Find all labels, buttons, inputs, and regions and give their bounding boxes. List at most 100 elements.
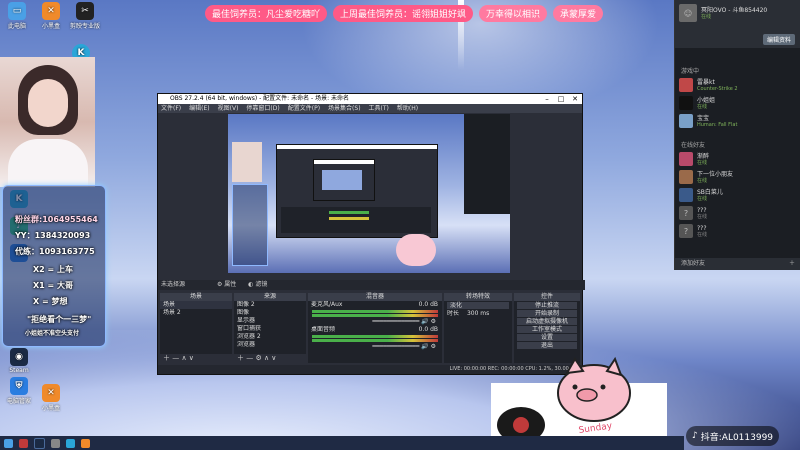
sub-slogan-text: 小姐姐不准空头支付 [25,330,80,337]
source-item[interactable]: 浏览器 2 [234,333,306,341]
desktop-icon-steam[interactable]: ◉ Steam [4,348,34,374]
taskbar-app-icon[interactable] [81,438,90,448]
source-item[interactable]: 图像 2 [234,301,306,309]
mixer-meter [312,310,438,313]
friend-row[interactable]: 宝宝 Human: Fall Flat [679,114,737,128]
desktop-icon-xiaoheihe-2[interactable]: ✕ 小黑盒 [36,384,66,412]
avatar [679,78,693,92]
desktop-icon-pc-manager[interactable]: ⛨ 电脑管家 [4,377,34,405]
add-friend-button[interactable]: 添加好友 ＋ [675,258,800,270]
banner-lucky: 万幸得以相识 [479,4,548,22]
virtual-camera-button[interactable]: 启动虚拟摄像机 [517,318,577,325]
online-section-label: 在线好友 [681,142,706,149]
preview-webcam [232,142,262,182]
desktop-icon-xiaoheihe[interactable]: ✕ 小黑盒 [36,2,66,30]
menu-edit[interactable]: 编辑(E) [189,104,209,113]
menu-view[interactable]: 视图(V) [218,104,239,113]
playing-section-label: 游戏中 [681,68,700,75]
friend-row[interactable]: ? ??? 在线 [679,206,707,220]
practice-text: 代练：1093163775 [15,247,95,256]
tiktok-icon: ♪ [692,431,698,441]
steam-icon[interactable] [34,437,45,449]
obs-titlebar[interactable]: OBS 27.2.4 (64 bit, windows) - 配置文件: 未命名… [158,94,582,104]
source-item[interactable]: 图像 [234,309,306,317]
exit-button[interactable]: 退出 [517,342,577,349]
mixer-dock-title: 混音器 [308,293,442,301]
filters-button[interactable]: ◐ 滤镜 [248,281,267,288]
stop-streaming-button[interactable]: 停止推流 [517,302,577,309]
source-item[interactable]: 浏览器 [234,341,306,349]
friend-row[interactable]: ? ??? 在线 [679,224,707,238]
friend-row[interactable]: 下一位小朋友 在线 [679,170,733,184]
scene-item[interactable]: 场景 [160,301,232,309]
menu-scene-collection[interactable]: 场景集合(S) [328,104,361,113]
volume-slider[interactable]: ━━━━━━━━━━━━━ 🔊 ⚙ [308,343,442,351]
record-label [513,417,529,433]
friends-panel-header: ☺ 冥阳OVO - 斗鱼854420 在线 编辑资料 [675,0,800,48]
desktop-icon-capcut[interactable]: ✂ 剪映专业版 [70,2,100,30]
obs-preview[interactable] [228,114,510,273]
mixer-meter [312,314,438,317]
menu-file[interactable]: 文件(F) [161,104,181,113]
menu-docks[interactable]: 停靠窗口(D) [246,104,279,113]
mixer-meter [312,339,438,342]
menu-profile[interactable]: 配置文件(P) [288,104,320,113]
obs-title: OBS 27.2.4 (64 bit, windows) - 配置文件: 未命名… [170,95,350,102]
avatar [679,96,693,110]
xiaoheihe-icon: ✕ [42,2,60,20]
x2-text: X2 = 上车 [33,265,74,274]
pig-eye [572,384,578,390]
banner-thanks: 承蒙厚爱 [553,4,604,22]
transition-duration[interactable]: 时长 300 ms [444,310,512,318]
friend-row[interactable]: 渐醉 在线 [679,152,709,166]
xiaoheihe-icon: ✕ [42,384,60,402]
start-icon[interactable] [4,438,13,448]
banner-best-feeder: 最佳饲养员：凡尘爱吃糖吖 [205,4,328,22]
properties-button[interactable]: ⚙ 属性 [217,281,236,288]
avatar [679,188,693,202]
preview-chat [464,114,510,214]
owner-profile[interactable]: ☺ 冥阳OVO - 斗鱼854420 在线 [679,4,767,22]
mixer-channel: 桌面音频 0.0 dB [311,326,438,333]
scenes-dock: 场景 场景 场景 2 ＋ — ∧ ∨ [160,293,232,363]
capcut-icon: ✂ [76,2,94,20]
webcam-face [28,79,68,127]
transition-select[interactable]: 淡化 [447,302,509,309]
banner-last-week-feeder: 上周最佳饲养员：谣翎姐姐好飒 [333,4,474,22]
menu-help[interactable]: 帮助(H) [397,104,418,113]
taskbar-app-icon[interactable] [51,438,60,448]
pig-ear-right [605,356,623,377]
no-source-label: 未选择源 [161,281,186,288]
settings-button[interactable]: 设置 [517,334,577,341]
minimize-button[interactable]: – [540,94,554,104]
scene-item[interactable]: 场景 2 [160,309,232,317]
desktop-icons-bottom: ◉ Steam ⛨ 电脑管家 [4,348,34,405]
yy-text: YY：1384320093 [15,231,91,240]
mixer-dock: 混音器 麦克风/Aux 0.0 dB ━━━━━━━━━━━━━ 🔊 ⚙ 桌面音… [308,293,442,363]
taskbar-app-icon[interactable] [19,438,28,448]
source-item[interactable]: 窗口捕获 [234,325,306,333]
sources-dock-controls[interactable]: ＋ — ⚙ ∧ ∨ [234,354,306,363]
start-recording-button[interactable]: 开始录制 [517,310,577,317]
shield-icon: ⛨ [10,377,28,395]
desktop-icon-computer[interactable]: ▭ 此电脑 [2,2,32,30]
obs-window[interactable]: OBS 27.2.4 (64 bit, windows) - 配置文件: 未命名… [157,93,585,375]
scenes-dock-controls[interactable]: ＋ — ∧ ∨ [160,354,232,363]
controls-dock-title: 控件 [514,293,580,301]
taskbar-app-icon[interactable] [66,438,75,448]
friend-row[interactable]: 雷暴kt Counter-Strike 2 [679,78,738,92]
mixer-meter [312,335,438,338]
slogan-text: "拒绝看个一三梦" [27,315,92,324]
sources-dock-title: 来源 [234,293,306,301]
edit-profile-button[interactable]: 编辑资料 [762,34,795,45]
source-item[interactable]: 显示器 [234,317,306,325]
maximize-button[interactable]: □ [554,94,568,104]
close-button[interactable]: ✕ [568,94,582,104]
webcam-body [8,139,88,187]
studio-mode-button[interactable]: 工作室模式 [517,326,577,333]
volume-slider[interactable]: ━━━━━━━━━━━━━ 🔊 ⚙ [308,318,442,326]
friend-row[interactable]: SB白菜儿 在线 [679,188,723,202]
friend-row[interactable]: 小姐姐 在线 [679,96,715,110]
top-banner: 最佳饲养员：凡尘爱吃糖吖 上周最佳饲养员：谣翎姐姐好飒 万幸得以相识 承蒙厚爱 [205,4,604,22]
menu-tools[interactable]: 工具(T) [369,104,389,113]
